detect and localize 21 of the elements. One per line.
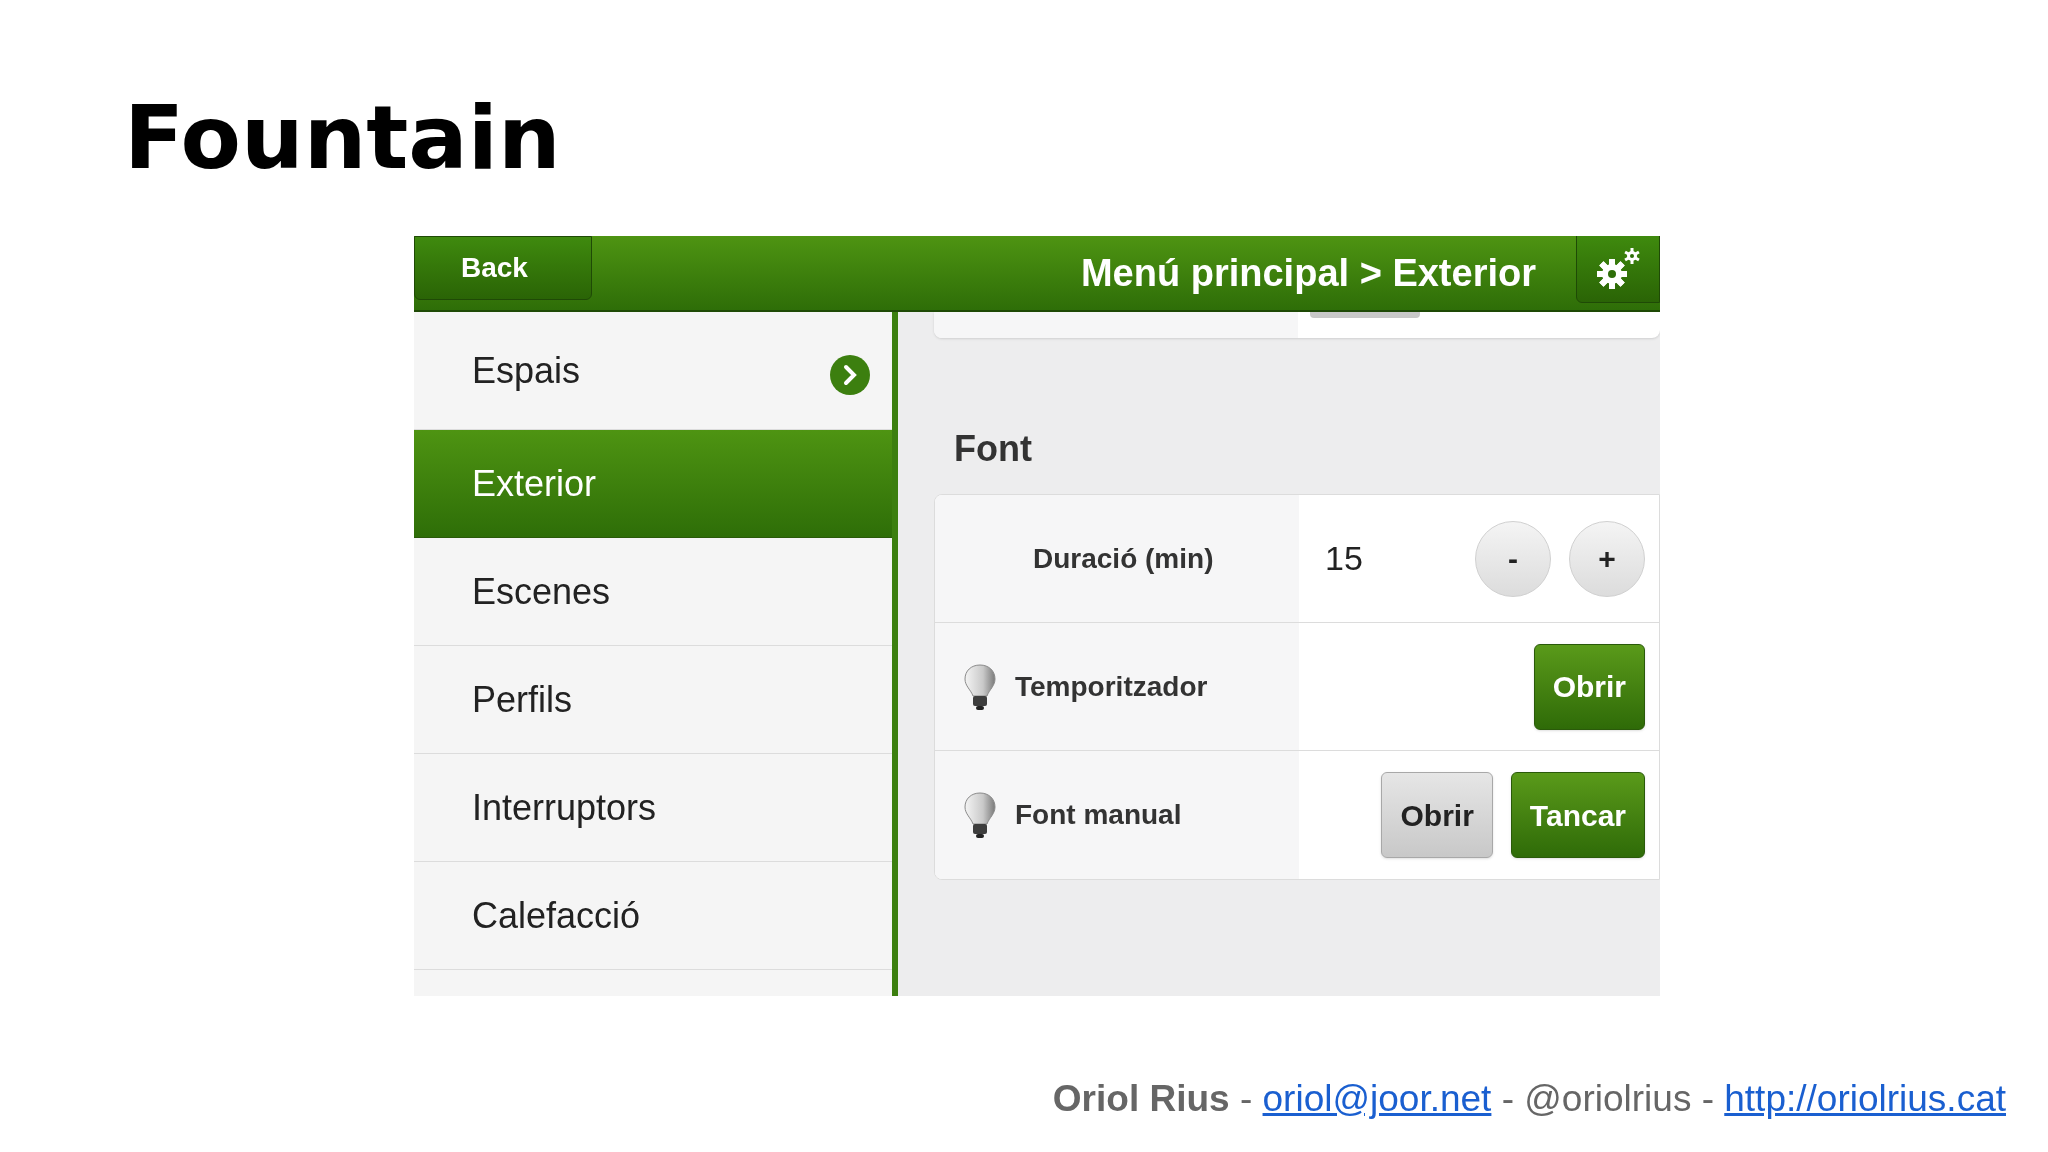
website-link[interactable]: http://oriolrius.cat	[1724, 1078, 2006, 1120]
setting-label: Font manual	[1015, 798, 1182, 832]
footer-credits: Oriol Rius - oriol@joor.net - @oriolrius - http://oriolrius.cat	[1052, 1077, 2006, 1122]
light-bulb-icon	[963, 662, 997, 711]
increase-button[interactable]: +	[1569, 520, 1645, 597]
section-title: Font	[954, 427, 1033, 471]
light-bulb-icon	[963, 791, 997, 839]
setting-label: Duració (min)	[1033, 541, 1214, 576]
chevron-right-icon	[830, 354, 870, 395]
settings-button[interactable]	[1576, 236, 1660, 303]
email-link[interactable]: oriol@joor.net	[1262, 1078, 1492, 1120]
decrease-button[interactable]: -	[1475, 520, 1551, 597]
action-button[interactable]: Tancar	[1510, 772, 1645, 858]
back-button[interactable]: Back	[414, 236, 592, 300]
breadcrumb: Menú principal > Exterior	[1080, 250, 1536, 296]
slide-title: Fountain	[124, 85, 561, 191]
duration-value: 15	[1325, 538, 1363, 579]
action-button[interactable]: Obrir	[1381, 772, 1493, 858]
action-button[interactable]: Obrir	[1533, 643, 1645, 730]
sidebar-item[interactable]: Exterior	[414, 430, 892, 538]
setting-label: Temporitzador	[1015, 669, 1208, 704]
